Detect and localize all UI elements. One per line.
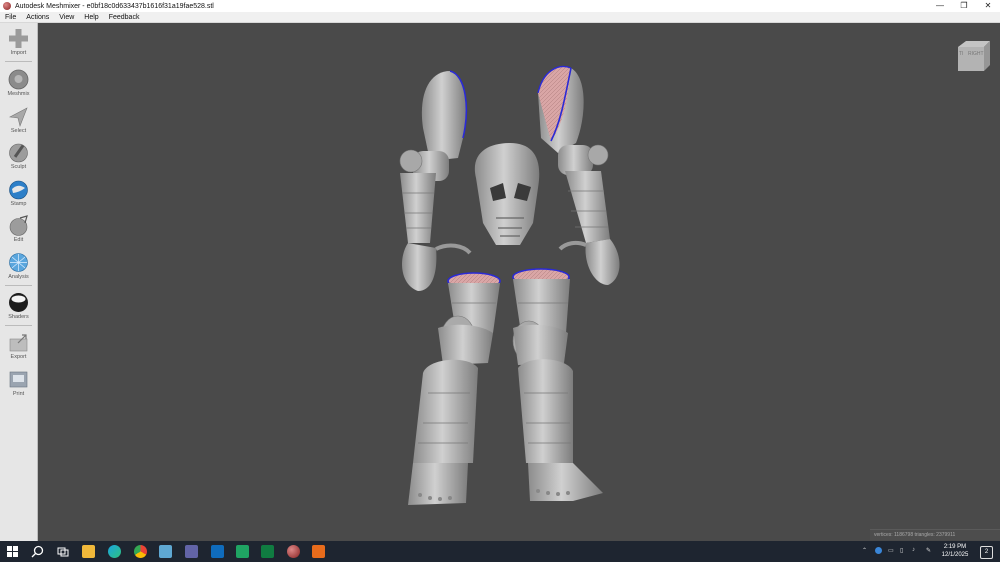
view-cube[interactable]: TI RIGHT [956,39,990,73]
meshmix-sphere-icon [8,69,29,90]
menu-help[interactable]: Help [79,14,103,21]
volume-icon[interactable]: ♪ [912,547,915,553]
notification-button[interactable]: 2 [980,546,993,559]
print-tool-button[interactable]: Print [0,367,37,401]
meshmixer-icon[interactable] [287,545,300,558]
shaders-label: Shaders [8,314,29,320]
shaders-tool-button[interactable]: Shaders [0,290,37,324]
sculpt-brush-icon [9,143,28,163]
left-arm-part[interactable] [399,70,472,291]
window-controls: — ❐ ✕ [928,0,1000,12]
search-icon[interactable] [31,545,44,558]
select-tool-button[interactable]: Select [0,104,37,138]
menu-feedback[interactable]: Feedback [104,14,145,21]
export-label: Export [10,354,27,360]
mesh-stats: vertices: 1186798 triangles: 2379911 [870,529,1000,540]
right-leg-part[interactable] [512,268,603,501]
import-label: Import [10,50,27,56]
title-bar: Autodesk Meshmixer - e0bf18c0d633437b161… [0,0,1000,12]
clock-date: 12/1/2025 [941,552,969,558]
toolbar-divider [5,325,32,326]
meshmixer-app-icon [3,2,11,10]
menu-actions[interactable]: Actions [21,14,54,21]
start-icon[interactable] [6,545,19,558]
tool-panel: Import Meshmix Select Sculpt Stamp Edit … [0,23,38,541]
right-arm-part[interactable] [537,66,620,285]
view-cube-face-label: RIGHT [968,51,984,57]
network-icon[interactable]: ▭ [888,547,894,554]
pen-icon[interactable]: ✎ [926,547,931,554]
head-part[interactable] [474,143,540,245]
stamp-label: Stamp [10,201,27,207]
excel-icon[interactable] [261,545,274,558]
print-icon [9,371,28,388]
minimize-button[interactable]: — [928,0,952,12]
outlook-icon[interactable] [211,545,224,558]
view-cube-corner-label: TI [959,51,964,57]
3d-viewport[interactable]: TI RIGHT vertices: 1186798 triangles: 23… [38,23,1000,541]
select-arrow-icon [9,107,28,127]
menu-view[interactable]: View [54,14,79,21]
file-explorer-icon[interactable] [82,545,95,558]
sculpt-tool-button[interactable]: Sculpt [0,140,37,174]
menu-file[interactable]: File [0,14,21,21]
toolbar-divider [5,285,32,286]
close-button[interactable]: ✕ [976,0,1000,12]
chrome-icon[interactable] [134,545,147,558]
export-folder-icon [9,334,28,352]
export-tool-button[interactable]: Export [0,330,37,364]
clock[interactable]: 2:19 PM 12/1/2025 [937,543,973,559]
menu-bar: File Actions View Help Feedback [0,12,1000,23]
print-label: Print [12,391,25,397]
restore-button[interactable]: ❐ [952,0,976,12]
chevron-up-icon[interactable]: ⌃ [862,547,867,554]
analysis-tool-button[interactable]: Analysis [0,250,37,284]
analysis-label: Analysis [8,274,29,280]
edge-icon[interactable] [108,545,121,558]
toolbar-divider [5,61,32,62]
clock-time: 2:19 PM [943,544,967,550]
edit-icon [9,215,28,236]
window-title: Autodesk Meshmixer - e0bf18c0d633437b161… [15,2,214,10]
stamp-icon [9,180,28,200]
shader-sphere-icon [9,293,28,312]
taskbar: ⌃ ▭ ▯ ♪ ✎ 2:19 PM 12/1/2025 2 [0,541,1000,562]
cloud-icon[interactable] [875,547,882,554]
battery-icon[interactable]: ▯ [900,547,903,554]
meshmix-label: Meshmix [7,91,30,97]
office-icon[interactable] [312,545,325,558]
plus-icon [9,29,28,48]
model-scene [399,66,620,505]
analysis-icon [9,253,28,272]
stamp-tool-button[interactable]: Stamp [0,177,37,211]
left-leg-part[interactable] [408,272,501,505]
sheets-icon[interactable] [236,545,249,558]
import-tool-button[interactable]: Import [0,26,37,60]
teams-icon[interactable] [185,545,198,558]
app-icon[interactable] [159,545,172,558]
edit-label: Edit [13,237,24,243]
edit-tool-button[interactable]: Edit [0,213,37,247]
select-label: Select [10,128,27,134]
meshmix-tool-button[interactable]: Meshmix [0,67,37,101]
task-view-icon[interactable] [56,545,69,558]
sculpt-label: Sculpt [10,164,27,170]
notification-count: 2 [984,549,989,555]
